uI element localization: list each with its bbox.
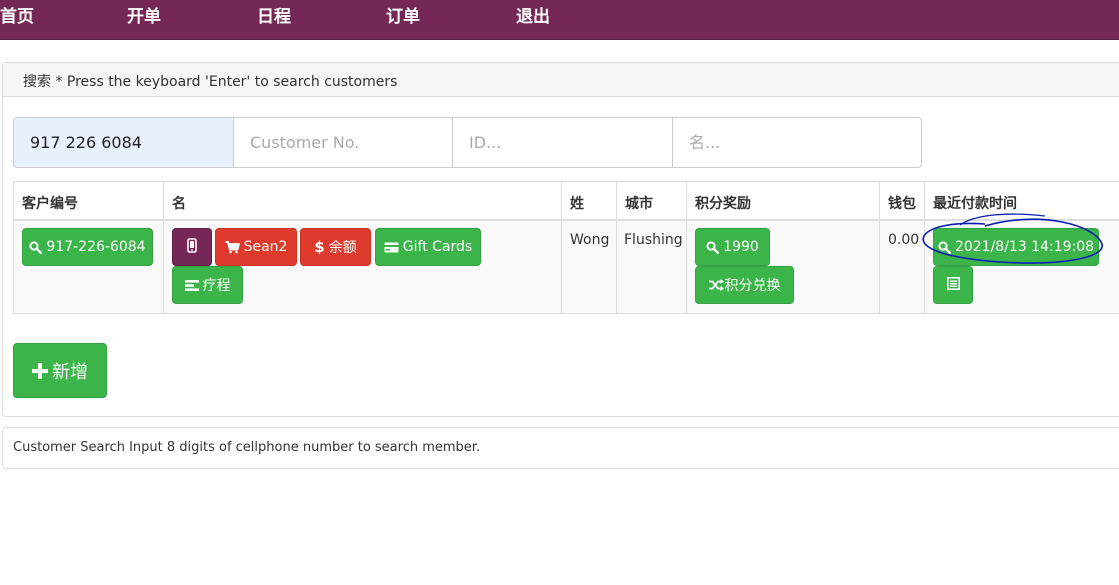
search-icon xyxy=(706,240,720,254)
cell-wallet: 0.00 xyxy=(888,232,920,248)
points-redeem-label: 积分兑换 xyxy=(724,278,781,294)
points-label: 1990 xyxy=(723,239,759,255)
treatment-button[interactable]: 疗程 xyxy=(172,266,243,304)
customer-no-input[interactable] xyxy=(233,117,453,168)
name-input[interactable] xyxy=(672,117,922,168)
payment-list-button[interactable] xyxy=(933,266,973,304)
column-divider xyxy=(163,182,164,313)
top-nav: 首页 开单 日程 订单 退出 xyxy=(0,0,1119,40)
header-wallet: 钱包 xyxy=(888,196,916,212)
search-icon xyxy=(29,240,43,254)
balance-button[interactable]: $ 余额 xyxy=(300,228,371,266)
nav-schedule[interactable]: 日程 xyxy=(257,2,291,27)
credit-card-icon xyxy=(384,242,399,253)
header-first-name: 名 xyxy=(172,196,186,212)
column-divider xyxy=(686,182,687,313)
help-text: Customer Search Input 8 digits of cellph… xyxy=(13,440,481,455)
gift-cards-label: Gift Cards xyxy=(402,239,473,255)
add-new-label: 新增 xyxy=(52,361,88,383)
column-divider xyxy=(13,182,14,313)
column-divider xyxy=(561,182,562,313)
phone-search-input[interactable] xyxy=(13,117,234,168)
header-last-name: 姓 xyxy=(570,196,584,212)
shopping-cart-icon xyxy=(225,240,240,254)
column-divider xyxy=(879,182,880,313)
help-panel: Customer Search Input 8 digits of cellph… xyxy=(2,427,1119,469)
panel-heading: 搜索 * Press the keyboard 'Enter' to searc… xyxy=(3,63,1119,97)
header-customer-no: 客户编号 xyxy=(22,196,78,212)
shuffle-icon xyxy=(708,279,724,291)
dollar-icon: $ xyxy=(314,238,325,256)
mobile-button[interactable] xyxy=(172,228,212,266)
treatment-label: 疗程 xyxy=(202,278,231,294)
list-icon xyxy=(184,279,199,292)
search-instructions: 搜索 * Press the keyboard 'Enter' to searc… xyxy=(23,74,398,90)
search-icon xyxy=(938,240,951,254)
points-redeem-button[interactable]: 积分兑换 xyxy=(695,266,794,304)
last-payment-button[interactable]: 2021/8/13 14:19:08 xyxy=(933,228,1099,266)
last-payment-label: 2021/8/13 14:19:08 xyxy=(954,239,1095,255)
balance-label: 余额 xyxy=(328,240,357,256)
column-divider xyxy=(924,182,925,313)
id-input[interactable] xyxy=(452,117,673,168)
nav-orders[interactable]: 订单 xyxy=(386,2,420,27)
header-last-payment: 最近付款时间 xyxy=(933,196,1017,212)
nav-logout[interactable]: 退出 xyxy=(516,2,550,27)
points-button[interactable]: 1990 xyxy=(695,228,770,266)
nav-new-order[interactable]: 开单 xyxy=(127,2,161,27)
customer-no-button[interactable]: 917-226-6084 xyxy=(22,228,153,266)
gift-cards-button[interactable]: Gift Cards xyxy=(375,228,481,266)
column-divider xyxy=(616,182,617,313)
cart-label: Sean2 xyxy=(243,239,288,255)
document-list-icon xyxy=(946,276,960,294)
customer-no-label: 917-226-6084 xyxy=(46,239,146,255)
cart-button[interactable]: Sean2 xyxy=(215,228,297,266)
cell-last-name: Wong xyxy=(570,232,610,248)
plus-icon xyxy=(32,362,48,379)
nav-home[interactable]: 首页 xyxy=(0,2,34,27)
cell-city: Flushing xyxy=(624,232,683,248)
header-points: 积分奖励 xyxy=(695,196,751,212)
mobile-phone-icon xyxy=(187,237,197,257)
header-city: 城市 xyxy=(625,196,653,212)
add-new-button[interactable]: 新增 xyxy=(13,343,107,398)
